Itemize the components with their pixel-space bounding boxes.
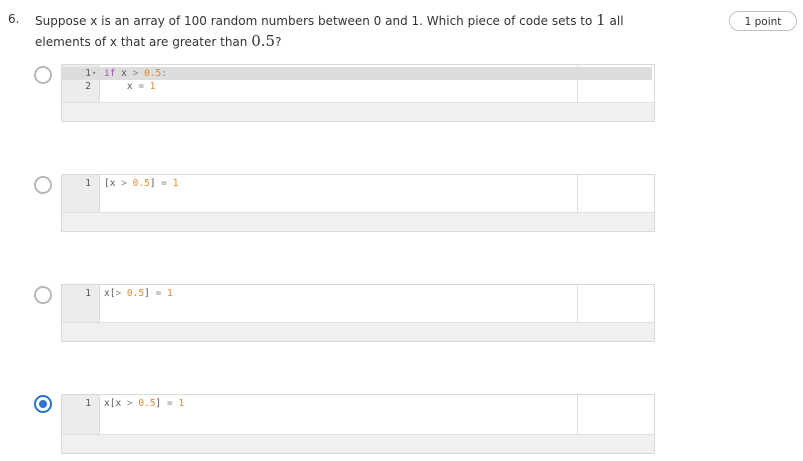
code-token: 1 [149,81,156,92]
code-editor-option-2[interactable]: 1 [x > 0.5] = 1 [61,174,655,232]
question-text-part: Suppose x is an array of 100 random numb… [35,14,597,28]
math-half: 0.5 [251,32,276,50]
code-token: 1 [172,178,179,189]
editor-footer [62,434,654,453]
code-token: x [115,68,133,79]
editor-footer [62,102,654,121]
code-token: 1 [167,288,173,299]
line-number: 1 [85,178,91,189]
editor-footer [62,212,654,231]
code-line: 1 x[> 0.5] = 1 [62,287,652,300]
question-text: Suppose x is an array of 100 random numb… [35,10,675,52]
code-text: x = 1 [104,80,156,93]
code-text: if x > 0.5: [104,67,167,80]
code-token: [x [104,178,122,189]
question-number: 6. [8,12,20,26]
code-token: x[ [104,288,116,299]
points-badge: 1 point [729,11,797,31]
code-line: 2 x = 1 [62,80,652,93]
code-token: 0.5 [144,68,162,79]
code-text: x[x > 0.5] = 1 [104,397,184,410]
editor-footer [62,322,654,341]
line-number: 1 [85,68,91,79]
code-token: 0.5 [138,398,156,409]
code-token: 0.5 [132,178,150,189]
fold-arrow-icon[interactable]: ▾ [92,67,96,80]
code-token: : [161,68,167,79]
code-line: 1 [x > 0.5] = 1 [62,177,652,190]
code-token: ] [149,178,162,189]
line-number: 1 [85,288,91,299]
line-number: 1 [85,398,91,409]
code-token: ] [155,398,167,409]
code-token: x[x [104,398,127,409]
code-editor-option-1[interactable]: 1 ▾ if x > 0.5: 2 x = 1 [61,64,655,122]
math-one: 1 [596,11,606,29]
question-text-part: ? [275,35,282,49]
code-line: 1 ▾ if x > 0.5: [62,67,652,80]
code-editor-option-3[interactable]: 1 x[> 0.5] = 1 [61,284,655,342]
code-editor-option-4[interactable]: 1 x[x > 0.5] = 1 [61,394,655,454]
code-text: x[> 0.5] = 1 [104,287,173,300]
code-token: if [104,68,116,79]
code-token: 1 [178,398,185,409]
radio-option-4[interactable] [34,395,52,413]
code-token: 0.5 [126,288,145,299]
code-text: [x > 0.5] = 1 [104,177,178,190]
radio-option-2[interactable] [34,176,52,194]
line-number: 2 [85,81,91,92]
radio-option-1[interactable] [34,66,52,84]
code-line: 1 x[x > 0.5] = 1 [62,397,652,410]
radio-option-3[interactable] [34,286,52,304]
code-token: x [104,81,139,92]
code-token: ] [144,288,156,299]
